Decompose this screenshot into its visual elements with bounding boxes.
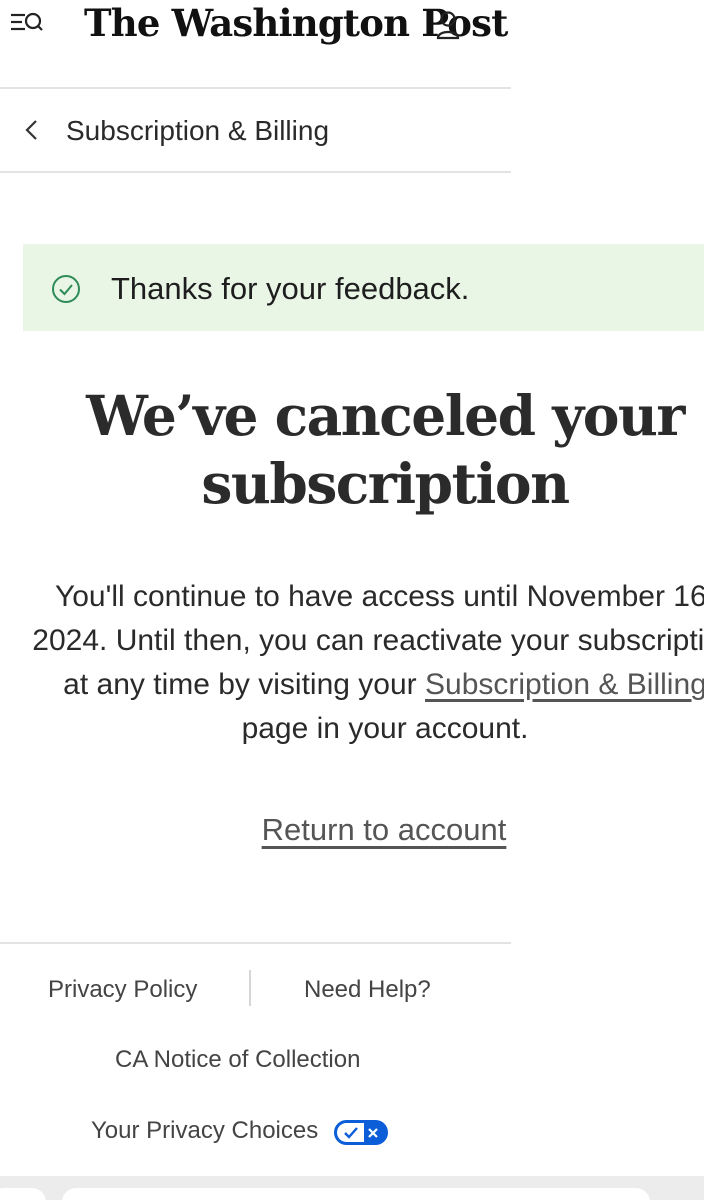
chevron-left-icon[interactable] xyxy=(20,118,44,142)
privacy-choices-link[interactable]: Your Privacy Choices xyxy=(91,1116,318,1146)
check-circle-icon xyxy=(52,275,80,303)
privacy-policy-link[interactable]: Privacy Policy xyxy=(48,975,197,1005)
success-alert: Thanks for your feedback. xyxy=(23,244,704,331)
footer-divider-line xyxy=(0,942,511,944)
x-icon xyxy=(362,1123,384,1142)
alert-message: Thanks for your feedback. xyxy=(111,271,470,306)
subnav-title: Subscription & Billing xyxy=(66,115,330,146)
page: The Washington Post Subscription & Billi… xyxy=(0,0,704,1200)
user-icon xyxy=(436,11,460,40)
top-header: The Washington Post xyxy=(0,0,704,48)
page-title: We’ve canceled your subscription xyxy=(86,383,685,516)
subscription-billing-link[interactable]: Subscription & Billing xyxy=(425,668,704,701)
browser-address-bar[interactable] xyxy=(62,1188,650,1200)
privacy-choices-toggle-icon[interactable] xyxy=(334,1120,388,1145)
footer-vertical-divider xyxy=(249,970,251,1006)
return-to-account-link[interactable]: Return to account xyxy=(160,810,608,850)
subscription-billing-nav[interactable]: Subscription & Billing xyxy=(0,90,510,172)
subnav-divider xyxy=(0,171,511,173)
checkmark-icon xyxy=(337,1123,364,1142)
need-help-link[interactable]: Need Help? xyxy=(304,975,431,1005)
menu-search-button[interactable] xyxy=(8,8,46,38)
browser-bottom-button[interactable] xyxy=(0,1188,46,1200)
cancellation-message: You'll continue to have access until Nov… xyxy=(30,575,704,751)
body-text-part2: page in your account. xyxy=(241,712,529,745)
menu-search-icon xyxy=(11,12,43,31)
user-account-button[interactable] xyxy=(436,8,460,40)
ca-notice-link[interactable]: CA Notice of Collection xyxy=(115,1045,360,1075)
header-divider xyxy=(0,87,511,89)
